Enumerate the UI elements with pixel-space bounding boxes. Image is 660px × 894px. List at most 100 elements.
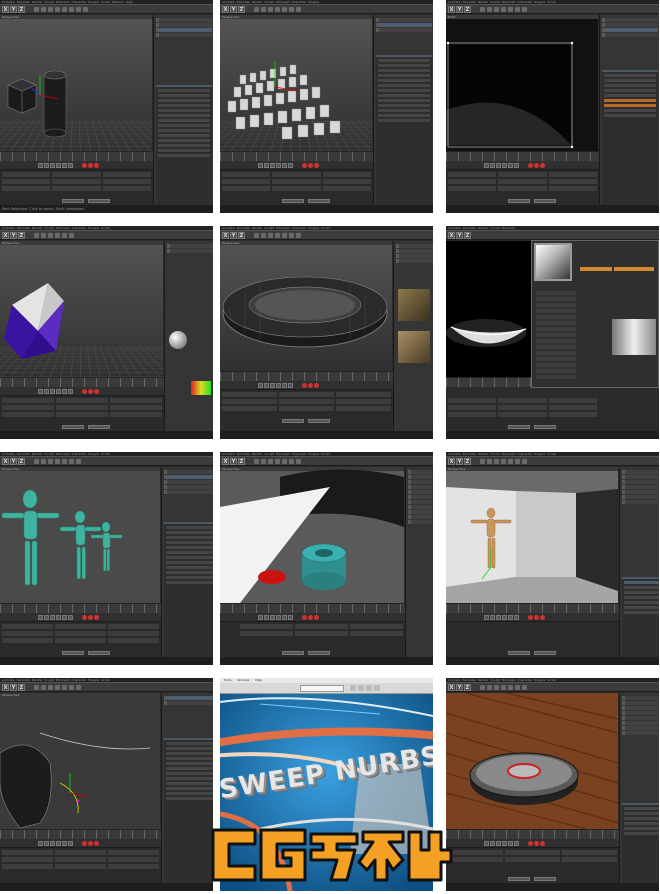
timeline[interactable] <box>446 377 531 387</box>
z-axis-button[interactable]: Z <box>464 232 471 239</box>
z-axis-button[interactable]: Z <box>238 458 245 465</box>
viewport[interactable]: Perspective <box>0 15 152 151</box>
tile-4: Animate Simulate Render Sculpt MoGraph Charac… <box>0 226 213 439</box>
timeline[interactable] <box>220 151 373 161</box>
y-axis-button[interactable]: Y <box>10 458 17 465</box>
y-axis-button[interactable]: Y <box>230 6 237 13</box>
y-axis-button[interactable]: Y <box>10 232 17 239</box>
y-axis-button[interactable]: Y <box>10 6 17 13</box>
x-axis-button[interactable]: X <box>2 6 9 13</box>
viewport[interactable]: Perspective <box>0 693 160 829</box>
timeline[interactable] <box>220 603 405 613</box>
timeline[interactable] <box>446 603 619 613</box>
status-bar <box>446 657 659 665</box>
object-manager[interactable] <box>599 15 659 213</box>
y-axis-button[interactable]: Y <box>230 458 237 465</box>
timeline[interactable] <box>446 829 619 839</box>
timeline[interactable] <box>0 377 164 387</box>
material-preview <box>169 331 187 349</box>
x-axis-button[interactable]: X <box>448 458 455 465</box>
viewport[interactable]: Perspective <box>446 467 618 603</box>
transport-controls <box>220 381 393 390</box>
x-axis-button[interactable]: X <box>448 6 455 13</box>
viewport[interactable]: Perspective <box>220 467 404 603</box>
material-tab[interactable] <box>614 267 654 271</box>
coordinate-manager[interactable] <box>0 848 161 882</box>
z-axis-button[interactable]: Z <box>238 6 245 13</box>
texture-preview <box>398 331 430 363</box>
viewport[interactable]: Perspective <box>220 241 392 371</box>
x-axis-button[interactable]: X <box>2 232 9 239</box>
y-axis-button[interactable]: Y <box>456 684 463 691</box>
object-manager[interactable] <box>153 15 213 213</box>
y-axis-button[interactable]: Y <box>456 458 463 465</box>
coordinate-manager[interactable] <box>220 390 393 424</box>
toolbar: XYZ <box>0 457 213 466</box>
material-editor-window[interactable] <box>531 240 659 388</box>
x-axis-button[interactable]: X <box>222 458 229 465</box>
material-editor[interactable] <box>393 241 433 439</box>
transport-controls <box>0 839 161 848</box>
viewport[interactable]: Perspective <box>220 15 372 151</box>
object-manager[interactable] <box>619 693 659 891</box>
timeline[interactable] <box>0 829 161 839</box>
x-axis-button[interactable]: X <box>2 684 9 691</box>
z-axis-button[interactable]: Z <box>464 6 471 13</box>
object-manager[interactable] <box>373 15 433 213</box>
coordinate-manager[interactable] <box>0 622 161 656</box>
timeline[interactable] <box>0 603 161 613</box>
x-axis-button[interactable]: X <box>222 232 229 239</box>
toolbar: XYZ <box>446 5 659 14</box>
z-axis-button[interactable]: Z <box>238 232 245 239</box>
status-bar <box>446 431 659 439</box>
y-axis-button[interactable]: Y <box>10 684 17 691</box>
zoom-field[interactable] <box>300 685 344 692</box>
z-axis-button[interactable]: Z <box>464 458 471 465</box>
object-manager[interactable] <box>619 467 659 665</box>
scene-cylinder <box>220 469 404 603</box>
object-manager[interactable] <box>161 693 213 891</box>
y-axis-button[interactable]: Y <box>456 6 463 13</box>
z-axis-button[interactable]: Z <box>18 458 25 465</box>
tile-12: Animate Simulate Render Sculpt MoGraph Charac… <box>446 678 659 891</box>
coordinate-manager[interactable] <box>446 622 619 656</box>
material-tab[interactable] <box>580 267 612 271</box>
x-axis-button[interactable]: X <box>448 232 455 239</box>
timeline[interactable] <box>220 371 393 381</box>
scene-polyhedron <box>4 283 64 359</box>
viewport[interactable]: Perspective <box>446 693 618 829</box>
toolbar: XYZ <box>0 683 213 692</box>
x-axis-button[interactable]: X <box>2 458 9 465</box>
z-axis-button[interactable]: Z <box>18 232 25 239</box>
y-axis-button[interactable]: Y <box>230 232 237 239</box>
object-manager[interactable] <box>161 467 213 665</box>
tile-10: Animate Simulate Render Sculpt MoGraph Charac… <box>0 678 213 891</box>
coordinate-manager[interactable] <box>220 170 373 204</box>
status-bar <box>446 205 659 213</box>
coordinate-manager[interactable] <box>446 396 599 430</box>
y-axis-button[interactable]: Y <box>456 232 463 239</box>
timeline[interactable] <box>0 151 153 161</box>
coordinate-manager[interactable] <box>446 848 619 882</box>
coordinate-manager[interactable] <box>0 170 153 204</box>
viewport[interactable]: Front <box>446 15 598 151</box>
viewport[interactable]: Perspective <box>0 241 163 377</box>
coordinate-manager[interactable] <box>0 396 164 430</box>
z-axis-button[interactable]: Z <box>18 684 25 691</box>
status-bar <box>220 205 433 213</box>
transport-controls <box>220 613 405 622</box>
timeline[interactable] <box>446 151 599 161</box>
object-manager[interactable] <box>405 467 433 665</box>
coordinate-manager[interactable] <box>446 170 599 204</box>
channel-list[interactable] <box>536 291 576 381</box>
coordinate-manager[interactable] <box>220 622 405 656</box>
z-axis-button[interactable]: Z <box>18 6 25 13</box>
tile-8: Animate Simulate Render Sculpt MoGraph Charac… <box>220 452 433 665</box>
material-panel[interactable] <box>164 241 213 439</box>
color-swatch[interactable] <box>191 381 211 395</box>
viewport[interactable]: Perspective <box>0 467 160 603</box>
transport-controls <box>446 161 599 170</box>
z-axis-button[interactable]: Z <box>464 684 471 691</box>
x-axis-button[interactable]: X <box>448 684 455 691</box>
x-axis-button[interactable]: X <box>222 6 229 13</box>
